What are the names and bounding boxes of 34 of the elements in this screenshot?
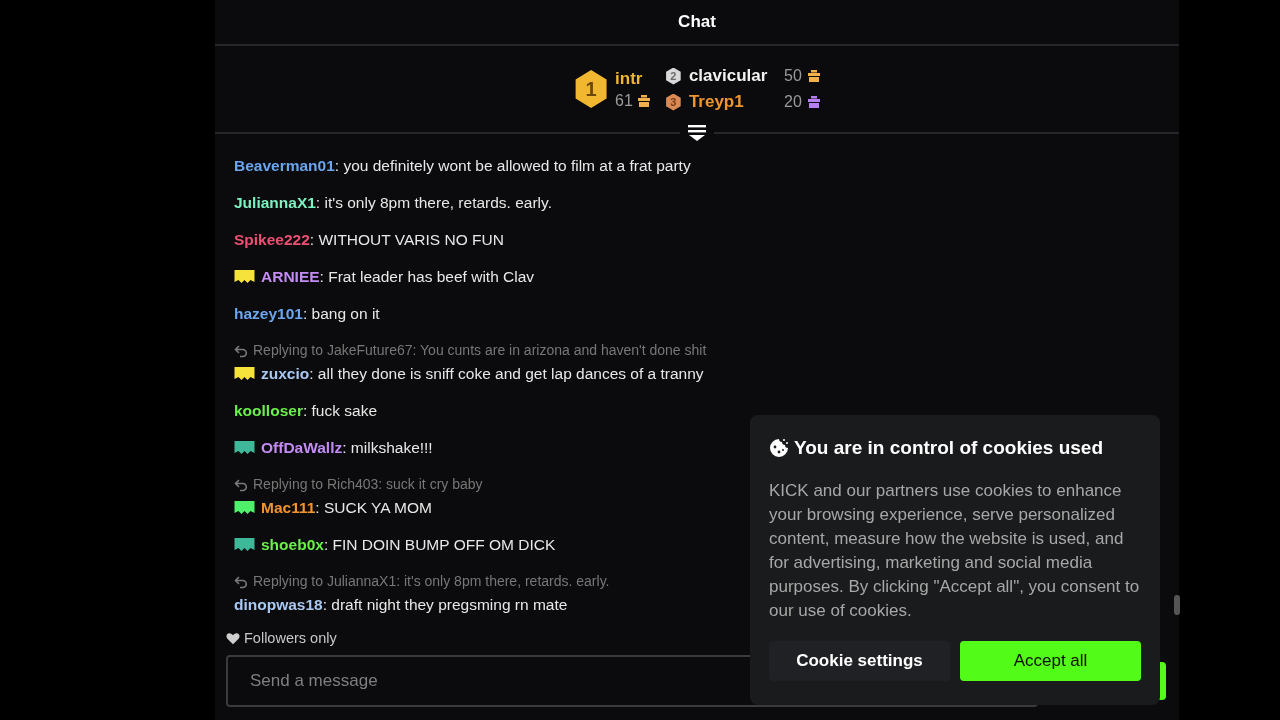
chat-message: shoeb0x: FIN DOIN BUMP OFF OM DICK: [261, 535, 556, 555]
chat-title: Chat: [678, 12, 716, 32]
chat-message: JuliannaX1: it's only 8pm there, retards. early.: [234, 193, 552, 213]
accept-button[interactable]: Accept all: [960, 641, 1141, 681]
reply-icon: [234, 574, 248, 589]
chat-message: Mac111: SUCK YA MOM: [261, 498, 432, 518]
reply-icon: [234, 343, 248, 358]
rank-badge: 3: [664, 93, 682, 111]
rank-badge: 2: [664, 67, 682, 85]
reply-text: Replying to JakeFuture67: You cunts are in arizona and haven't done shit: [253, 341, 707, 360]
chat-message: koolloser: fuck sake: [234, 401, 377, 421]
scrollbar-thumb[interactable]: [1174, 595, 1180, 615]
gift-count: 61: [615, 91, 633, 110]
chat-message: Beaverman01: you definitely wont be allowed to film at a frat party: [234, 156, 691, 176]
chat-message: Spikee222: WITHOUT VARIS NO FUN: [234, 230, 504, 250]
heart-icon: [226, 631, 240, 645]
leader-name[interactable]: Treyp1: [688, 92, 744, 112]
cookie-text: KICK and our partners use cookies to enhance your browsing experience, serve personalized content, measure how the website is used, and for advertising, marketing and social media purposes. By clicking "Accept all", you consent to our use of cookies.: [769, 480, 1141, 622]
cookie-icon: [769, 438, 789, 458]
leader-name[interactable]: intr: [615, 68, 651, 89]
gift-count: 50: [784, 67, 802, 85]
chat-mode-label: Followers only: [244, 630, 337, 646]
cookie-title: You are in control of cookies used: [794, 437, 1103, 459]
gift-count: 20: [784, 93, 802, 111]
cookie-settings-button[interactable]: Cookie settings: [769, 641, 950, 681]
chat-message: zuxcio: all they done is sniff coke and get lap dances of a tranny: [261, 364, 704, 384]
reply-text: Replying to Rich403: suck it cry baby: [253, 475, 483, 494]
leader-name[interactable]: clavicular: [688, 66, 768, 86]
reply-icon: [234, 477, 248, 492]
chat-message: OffDaWallz: milkshake!!!: [261, 438, 433, 458]
chat-message: ARNIEE: Frat leader has beef with Clav: [261, 267, 535, 287]
reply-text: Replying to JuliannaX1: it's only 8pm there, retards. early.: [253, 572, 610, 591]
chat-message: dinopwas18: draft night they pregsming rn mate: [234, 595, 568, 615]
chat-message: hazey101: bang on it: [234, 304, 380, 324]
